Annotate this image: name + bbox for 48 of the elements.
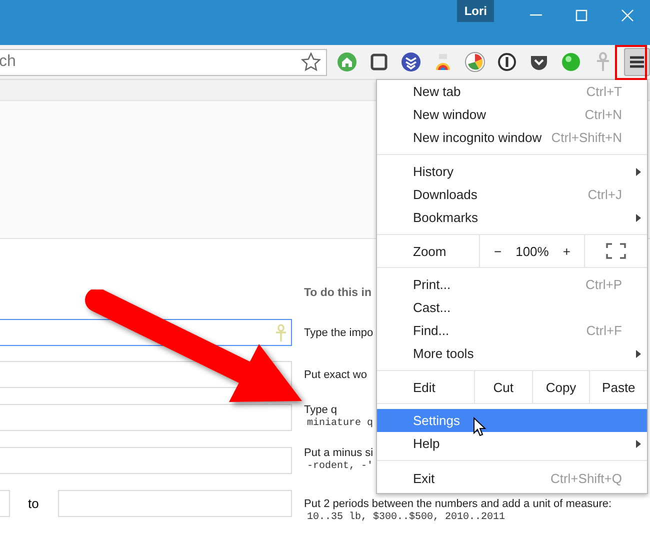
menu-item[interactable]: New incognito window Ctrl+Shift+N bbox=[377, 126, 647, 149]
hint-text: Put exact wo bbox=[304, 368, 367, 382]
maximize-icon bbox=[574, 8, 588, 22]
menu-item[interactable]: Print... Ctrl+P bbox=[377, 273, 647, 296]
menu-item[interactable]: Settings bbox=[377, 409, 647, 432]
menu-icon bbox=[630, 56, 644, 68]
example-text: -rodent, -' bbox=[306, 460, 374, 474]
zoom-label: Zoom bbox=[412, 242, 448, 260]
star-icon[interactable] bbox=[301, 52, 322, 72]
profile-name[interactable]: Lori bbox=[457, 0, 494, 22]
example-text: 10..35 lb, $300..$500, 2010..2011 bbox=[306, 511, 506, 525]
square-icon[interactable] bbox=[369, 52, 390, 72]
address-field[interactable]: ch bbox=[0, 48, 328, 76]
section-heading: To do this in bbox=[304, 287, 372, 299]
menu-item[interactable]: Find... Ctrl+F bbox=[377, 319, 647, 342]
edit-button[interactable]: Cut bbox=[474, 371, 532, 403]
example-text: miniature q bbox=[306, 417, 374, 431]
hint-text: Type the impo bbox=[304, 326, 374, 340]
menu-item[interactable]: Cast... bbox=[377, 296, 647, 319]
hint-text: Put a minus si bbox=[304, 446, 374, 460]
edit-label: Edit bbox=[412, 378, 436, 396]
zoom-level: 100% bbox=[514, 244, 550, 258]
menu-item[interactable]: New tab Ctrl+T bbox=[377, 80, 647, 103]
highlight-frame bbox=[615, 45, 647, 80]
hint-text: Type q bbox=[304, 403, 338, 417]
close-icon bbox=[620, 8, 634, 22]
edit-button[interactable]: Paste bbox=[589, 371, 648, 403]
menu-item[interactable]: Help bbox=[377, 432, 647, 455]
ball-icon[interactable] bbox=[561, 52, 582, 72]
zoom-out-button[interactable]: − bbox=[480, 244, 512, 258]
zoom-in-button[interactable]: + bbox=[552, 244, 584, 258]
cursor-icon bbox=[473, 417, 486, 437]
home-icon[interactable] bbox=[337, 52, 358, 72]
menu-item[interactable]: New window Ctrl+N bbox=[377, 103, 647, 126]
range-label: to bbox=[28, 496, 39, 510]
pinwheel-icon[interactable] bbox=[465, 52, 486, 72]
keyhole-icon[interactable] bbox=[497, 52, 518, 72]
menu-item[interactable]: Bookmarks bbox=[377, 206, 647, 229]
menu-item[interactable]: History bbox=[377, 160, 647, 183]
chevron-badge-icon[interactable] bbox=[401, 52, 422, 72]
menu-button[interactable] bbox=[624, 48, 650, 76]
edit-button[interactable]: Copy bbox=[532, 371, 590, 403]
menu-item[interactable]: Exit Ctrl+Shift+Q bbox=[377, 467, 647, 490]
ankh-icon bbox=[275, 324, 287, 342]
menu-item[interactable]: Downloads Ctrl+J bbox=[377, 183, 647, 206]
fullscreen-icon[interactable] bbox=[606, 243, 626, 259]
menu-item[interactable]: More tools bbox=[377, 342, 647, 365]
hint-text: Put 2 periods between the numbers and add a unit of measure: bbox=[304, 497, 612, 511]
